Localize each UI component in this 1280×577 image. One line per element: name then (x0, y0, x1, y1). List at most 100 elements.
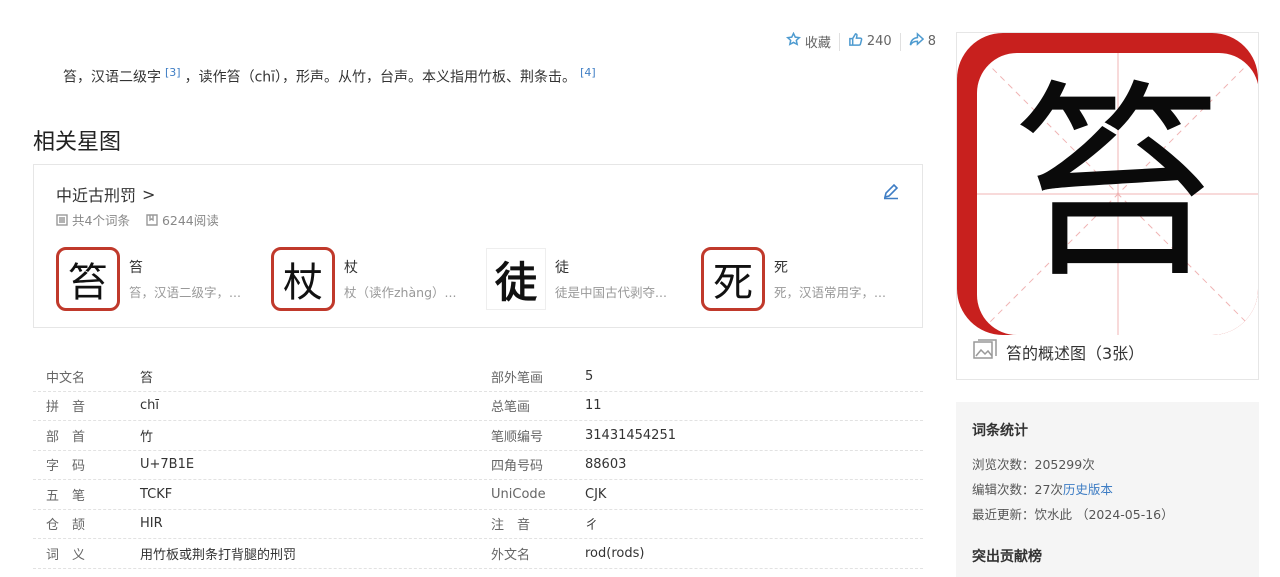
pencil-icon (882, 183, 900, 204)
intro-text: ，读作笞（chī），形声。从竹，台声。本义指用竹板、荆条击。 (184, 69, 577, 86)
info-key: 外文名 (491, 547, 531, 563)
edits-count: 编辑次数：27次 (972, 482, 1063, 497)
info-value: 5 (585, 368, 594, 384)
entries-count-text: 共4个词条 (72, 213, 130, 228)
info-value: HIR (140, 516, 163, 532)
info-value: rod(rods) (585, 545, 645, 561)
info-key: UniCode (491, 486, 546, 502)
list-icon (56, 213, 68, 226)
info-row: 字 码 U+7B1E 四角号码 88603 (33, 451, 923, 480)
character-image: 笞 (957, 33, 1258, 335)
reads-count: 6244阅读 (146, 210, 219, 229)
item-description: 杖（读作zhàng）... (344, 285, 457, 300)
summary-image-card[interactable]: 笞 笞的概述图（3张） (956, 32, 1259, 380)
star-map-item[interactable]: 笞 笞 笞，汉语二级字，... (56, 247, 271, 311)
info-value: U+7B1E (140, 457, 195, 473)
contributors-title: 突出贡献榜 (972, 549, 1042, 565)
stats-title: 词条统计 (972, 423, 1028, 439)
star-map-item[interactable]: 死 死 死，汉语常用字，... (701, 247, 916, 311)
item-text: 死 死，汉语常用字，... (774, 257, 886, 301)
item-title: 死 (774, 260, 788, 276)
info-key: 四角号码 (491, 459, 544, 475)
info-row: 仓 颉 HIR 注 音 ㄔ (33, 510, 923, 539)
item-description: 笞，汉语二级字，... (129, 285, 241, 300)
info-key: 字 码 (46, 459, 86, 475)
item-text: 笞 笞，汉语二级字，... (129, 257, 241, 301)
like-button[interactable]: 240 (840, 32, 900, 51)
basic-info-table: 中文名 笞 部外笔画 5 拼 音 chī 总笔画 11 部 首 竹 笔顺编号 3… (33, 362, 923, 569)
info-key: 注 音 (491, 518, 531, 534)
intro-paragraph: 笞，汉语二级字 [3] ，读作笞（chī），形声。从竹，台声。本义指用竹板、荆条击。… (63, 66, 600, 87)
info-row: 五 笔 TCKF UniCode CJK (33, 480, 923, 510)
info-key: 笔顺编号 (491, 429, 544, 445)
star-map-meta: 共4个词条 6244阅读 (56, 210, 219, 229)
info-value: chī (140, 398, 159, 414)
character-image-canvas: 笞 (977, 53, 1258, 335)
thumbs-up-icon (848, 32, 863, 51)
reference-link[interactable]: [4] (580, 66, 596, 79)
entry-stats-panel: 词条统计 浏览次数：205299次 编辑次数：27次历史版本 最近更新：饮水此 … (956, 402, 1259, 577)
item-text: 徒 徒是中国古代剥夺... (555, 257, 667, 301)
item-title: 杖 (344, 260, 358, 276)
info-key: 部 首 (46, 429, 86, 445)
reference-link[interactable]: [3] (165, 66, 181, 79)
info-row: 词 义 用竹板或荆条打背腿的刑罚 外文名 rod(rods) (33, 539, 923, 569)
edit-button[interactable] (882, 182, 900, 204)
share-icon (909, 32, 924, 51)
item-description: 徒是中国古代剥夺... (555, 285, 667, 300)
image-caption[interactable]: 笞的概述图（3张） (973, 339, 1144, 365)
action-bar: 收藏 240 8 (778, 31, 944, 51)
info-key: 拼 音 (46, 400, 86, 416)
star-map-item[interactable]: 徒 徒 徒是中国古代剥夺... (486, 247, 701, 311)
info-key: 五 笔 (46, 488, 86, 504)
character-thumbnail: 死 (701, 247, 765, 311)
star-map-title-link[interactable]: 中近古刑罚 > (56, 182, 155, 206)
intro-text: 笞，汉语二级字 (63, 69, 161, 86)
character-thumbnail: 徒 (486, 248, 546, 310)
entries-count: 共4个词条 (56, 210, 130, 229)
info-value: CJK (585, 486, 607, 502)
item-title: 笞 (129, 260, 143, 276)
last-updated: 最近更新：饮水此 （2024-05-16） (972, 507, 1174, 522)
info-value: TCKF (140, 486, 173, 502)
info-key: 总笔画 (491, 400, 531, 416)
info-value: ㄔ (585, 518, 599, 534)
info-value: 31431454251 (585, 427, 676, 443)
views-count: 浏览次数：205299次 (972, 457, 1095, 472)
info-key: 中文名 (46, 370, 86, 386)
history-version-link[interactable]: 历史版本 (1063, 482, 1113, 497)
info-row: 部 首 竹 笔顺编号 31431454251 (33, 421, 923, 451)
large-character: 笞 (1012, 62, 1223, 307)
edits-line: 编辑次数：27次历史版本 (972, 479, 1113, 498)
chevron-right-icon: > (142, 184, 156, 204)
star-map-card: 中近古刑罚 > 共4个词条 6244阅读 笞 笞 笞，汉语二级字，... 杖 杖… (33, 164, 923, 328)
star-map-title: 中近古刑罚 (56, 186, 137, 205)
image-caption-text: 笞的概述图（3张） (1006, 344, 1145, 363)
like-count: 240 (866, 34, 892, 49)
favorite-label: 收藏 (804, 36, 831, 51)
star-map-item[interactable]: 杖 杖 杖（读作zhàng）... (271, 247, 486, 311)
book-icon (146, 213, 158, 226)
share-count: 8 (927, 34, 936, 49)
info-row: 中文名 笞 部外笔画 5 (33, 362, 923, 392)
info-value: 用竹板或荆条打背腿的刑罚 (140, 547, 297, 563)
character-thumbnail: 杖 (271, 247, 335, 311)
info-value: 笞 (140, 370, 154, 386)
info-value: 竹 (140, 429, 154, 445)
item-description: 死，汉语常用字，... (774, 285, 886, 300)
item-title: 徒 (555, 260, 569, 276)
section-title: 相关星图 (33, 130, 122, 155)
reads-count-text: 6244阅读 (161, 213, 219, 228)
share-button[interactable]: 8 (901, 32, 944, 51)
page: 收藏 240 8 笞，汉语二级字 [3] ，读作笞（chī），形声。从竹，台声。本义… (0, 0, 1280, 577)
info-row: 拼 音 chī 总笔画 11 (33, 392, 923, 421)
info-value: 11 (585, 398, 602, 414)
info-key: 仓 颉 (46, 518, 86, 534)
star-map-items: 笞 笞 笞，汉语二级字，... 杖 杖 杖（读作zhàng）... 徒 徒 徒是… (56, 247, 916, 311)
star-icon (785, 31, 801, 51)
info-key: 词 义 (46, 547, 86, 563)
character-thumbnail: 笞 (56, 247, 120, 311)
info-key: 部外笔画 (491, 370, 544, 386)
gallery-icon (973, 339, 997, 365)
favorite-button[interactable]: 收藏 (778, 31, 839, 51)
